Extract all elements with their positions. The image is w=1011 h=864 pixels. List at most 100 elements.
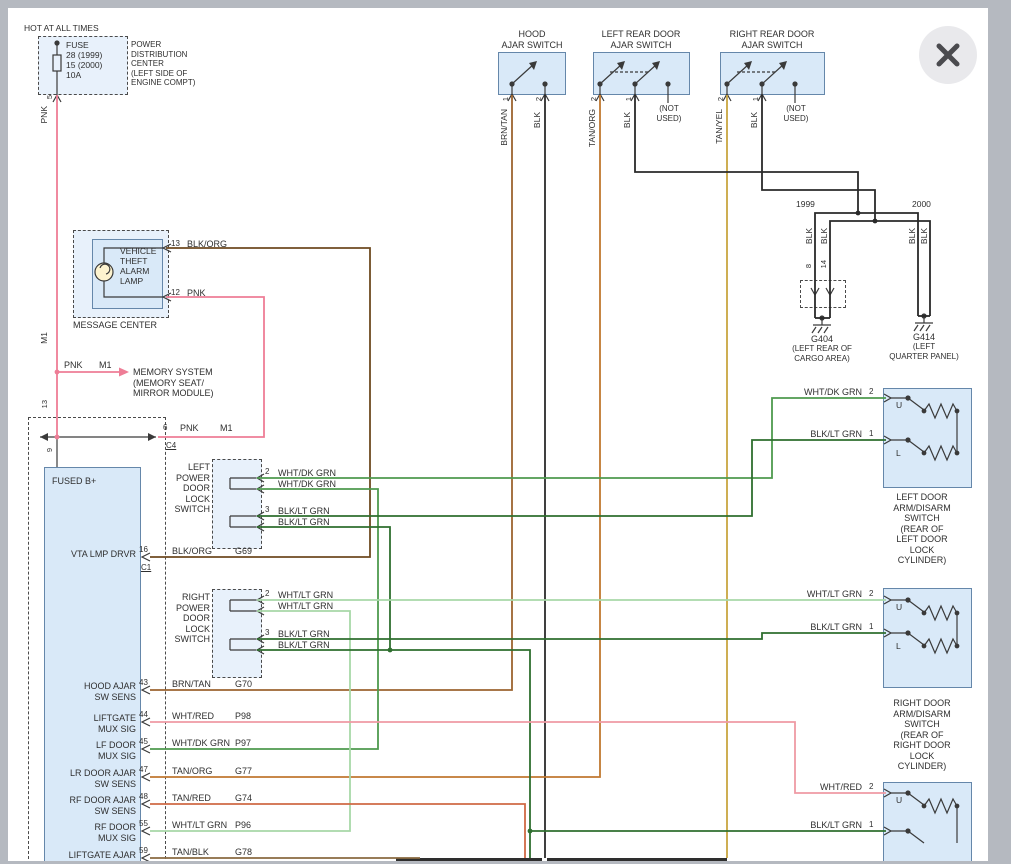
bcm-circuit-label: P98	[235, 711, 251, 722]
pin-label: 1	[625, 97, 634, 101]
blk-lt-grn-wire-label: BLK/LT GRN	[278, 506, 330, 517]
memory-branch-circuit-label: M1	[99, 360, 112, 371]
pin-8-label: 8	[805, 264, 814, 268]
wht-dk-grn-wire-label: WHT/DK GRN	[278, 479, 336, 490]
bcm-circuit-label: M1	[220, 423, 233, 434]
close-button[interactable]	[919, 26, 977, 84]
g414-label: G414	[899, 332, 949, 343]
blk-lt-grn-wire-label: BLK/LT GRN	[278, 517, 330, 528]
wht-dk-grn-wire-label: WHT/DK GRN	[770, 387, 862, 398]
pin-label: 2	[869, 387, 873, 397]
bcm-pin-13-label: 13	[41, 400, 50, 408]
bcm-signal-label: HOOD AJAR SW SENS	[30, 681, 136, 702]
bcm-pin-label: 6	[163, 423, 167, 433]
not-used-label: (NOT USED)	[775, 104, 817, 123]
pin-label: 2	[869, 589, 873, 599]
frame-top	[0, 0, 1011, 8]
year-1999-label: 1999	[796, 199, 815, 209]
connector-c1-label: C1	[141, 563, 151, 573]
wht-lt-grn-wire-label: WHT/LT GRN	[278, 601, 333, 612]
bcm-wire-label: WHT/RED	[172, 711, 214, 722]
bcm-wire-label: BLK/ORG	[172, 546, 212, 557]
right-door-arm-disarm-caption: RIGHT DOOR ARM/DISARM SWITCH (REAR OF RI…	[872, 698, 972, 772]
junction-dot	[55, 435, 60, 440]
blk-lt-grn-wire-label: BLK/LT GRN	[278, 640, 330, 651]
bcm-signal-label: LIFTGATE AJAR	[30, 850, 136, 861]
bcm-pin-label: 47	[139, 765, 148, 775]
u-contact-label: U	[896, 400, 902, 410]
pnk-wire-label-12: PNK	[187, 288, 206, 299]
bcm-pin-label: 48	[139, 792, 148, 802]
bcm-wire-label: TAN/BLK	[172, 847, 209, 858]
bcm-wire-label: TAN/ORG	[172, 766, 212, 777]
right-power-door-lock-switch-label: RIGHT POWER DOOR LOCK SWITCH	[162, 592, 210, 645]
bcm-pin-label: 55	[139, 819, 148, 829]
pin-label: 1	[502, 97, 511, 101]
left-power-door-lock-switch-label: LEFT POWER DOOR LOCK SWITCH	[162, 462, 210, 515]
wht-dk-grn-wire-label: WHT/DK GRN	[278, 468, 336, 479]
not-used-label: (NOT USED)	[648, 104, 690, 123]
u-contact-label: U	[896, 602, 902, 612]
wht-lt-grn-wire-label: WHT/LT GRN	[278, 590, 333, 601]
memory-branch-arrowhead	[119, 368, 129, 377]
hood-switch-symbol	[508, 61, 549, 101]
blk-wire-label: BLK	[919, 228, 929, 244]
l-contact-label: L	[896, 641, 901, 651]
blk-wire-label: BLK	[532, 112, 542, 128]
hot-at-all-times-label: HOT AT ALL TIMES	[24, 23, 99, 33]
bcm-pin-label: 16	[139, 545, 148, 555]
fuse-pin-label: 5	[46, 95, 55, 99]
fuse-symbol	[53, 41, 61, 102]
bcm-pin-label: 44	[139, 710, 148, 720]
bcm-circuit-label: G77	[235, 766, 252, 777]
g404-location-label: (LEFT REAR OF CARGO AREA)	[786, 344, 858, 363]
bcm-signal-label: RF DOOR AJAR SW SENS	[30, 795, 136, 816]
fuse-label: FUSE 28 (1999) 15 (2000) 10A	[66, 40, 102, 80]
tan-yel-wire-label: TAN/YEL	[714, 109, 724, 144]
bcm-pin-label: 59	[139, 846, 148, 856]
blk-wire-label: BLK	[907, 228, 917, 244]
left-lock-switch-symbol	[230, 474, 264, 531]
right-rear-door-ajar-switch-title: RIGHT REAR DOOR AJAR SWITCH	[712, 29, 832, 50]
left-rear-door-ajar-switch-title: LEFT REAR DOOR AJAR SWITCH	[585, 29, 697, 50]
u-contact-label: U	[896, 795, 902, 805]
pnk-wire-label: PNK	[39, 106, 49, 123]
blk-wire-label: BLK	[804, 228, 814, 244]
pin-label: 3	[265, 505, 269, 515]
bcm-wire-label: TAN/RED	[172, 793, 211, 804]
tan-org-wire-label: TAN/ORG	[587, 109, 597, 147]
bcm-circuit-label: G78	[235, 847, 252, 858]
bcm-circuit-label: G70	[235, 679, 252, 690]
junction-dot	[856, 211, 861, 216]
blk-wire-label: BLK	[749, 112, 759, 128]
memory-system-label: MEMORY SYSTEM (MEMORY SEAT/ MIRROR MODUL…	[133, 367, 214, 399]
pin-12-label: 12	[171, 288, 180, 298]
blk-org-wire-label: BLK/ORG	[187, 239, 227, 250]
pin-label: 1	[752, 97, 761, 101]
bcm-circuit-label: G74	[235, 793, 252, 804]
bcm-wire-label: PNK	[180, 423, 199, 434]
m1-circuit-label: M1	[39, 332, 49, 344]
bcm-signal-label: LR DOOR AJAR SW SENS	[30, 768, 136, 789]
blk-wire-label: BLK	[622, 112, 632, 128]
bcm-circuit-label: P96	[235, 820, 251, 831]
bcm-circuit-label: G69	[235, 546, 252, 557]
wht-lt-grn-wire-label: WHT/LT GRN	[770, 589, 862, 600]
bcm-pin-label: 43	[139, 678, 148, 688]
pin-14-label: 14	[820, 260, 829, 268]
wire-blk-lt-grn-c	[257, 633, 886, 639]
message-center-caption: MESSAGE CENTER	[73, 320, 157, 331]
bcm-pin-9-label: 9	[46, 448, 55, 452]
wire-blk-1999-b	[830, 221, 875, 318]
pin-label: 2	[717, 97, 726, 101]
memory-branch-wire-label: PNK	[64, 360, 83, 371]
wht-red-wire-label: WHT/RED	[770, 782, 862, 793]
bcm-wire-label: WHT/DK GRN	[172, 738, 230, 749]
junction-dot	[55, 370, 60, 375]
fused-b-plus-label: FUSED B+	[52, 476, 96, 487]
bcm-wire-label: BRN/TAN	[172, 679, 211, 690]
blk-lt-grn-wire-label: BLK/LT GRN	[770, 622, 862, 633]
pin-label: 2	[590, 97, 599, 101]
bcm-signal-label: LF DOOR MUX SIG	[30, 740, 136, 761]
bcm-circuit-label: P97	[235, 738, 251, 749]
